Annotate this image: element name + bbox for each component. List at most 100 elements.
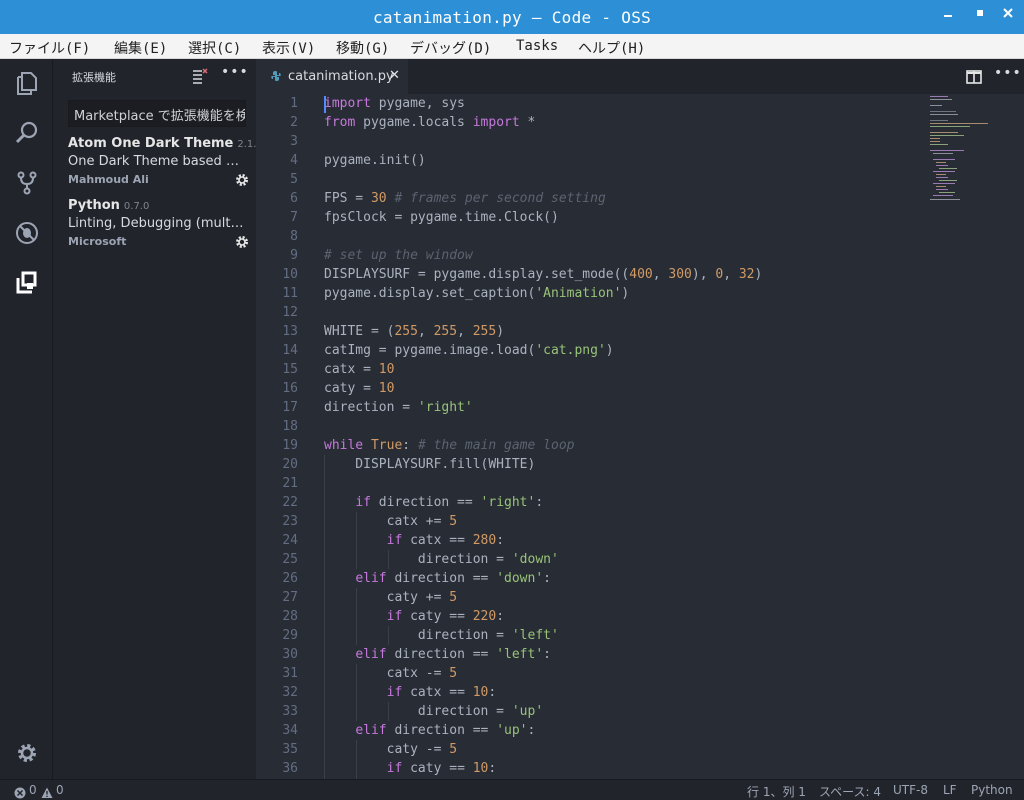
clear-extensions-button[interactable] — [191, 67, 209, 85]
search-icon — [15, 121, 38, 144]
code-line: direction = 'down' — [324, 552, 559, 567]
python-file-icon — [271, 71, 281, 81]
line-number: 36 — [282, 761, 298, 776]
gear-icon — [18, 744, 36, 762]
explorer-button[interactable] — [11, 67, 43, 99]
title-bar: catanimation.py — Code - OSS — [0, 0, 1024, 34]
code-editor[interactable]: 1 2 3 4 5 6 7 8 9 10 11 12 13 14 15 16 17 18 19 20 21 22 23 24 2… — [256, 94, 1024, 779]
tab-bar: catanimation.py ✕ ••• — [256, 59, 1024, 94]
source-control-button[interactable] — [11, 167, 43, 199]
warning-count[interactable]: 0 — [56, 783, 64, 797]
menu-view[interactable]: 表示(V) — [262, 38, 315, 58]
debug-button[interactable] — [11, 217, 43, 249]
code-line: direction = 'right' — [324, 400, 473, 415]
maximize-icon — [977, 10, 983, 16]
code-line: direction = 'left' — [324, 628, 559, 643]
extension-version: 0.7.0 — [123, 201, 150, 212]
line-number: 11 — [282, 286, 298, 301]
code-line: if caty == 10: — [386, 761, 497, 776]
extensions-icon — [16, 271, 37, 294]
cursor-position[interactable]: 行 1、列 1 — [747, 783, 806, 800]
split-editor-button[interactable] — [966, 69, 982, 84]
line-number: 28 — [282, 609, 298, 624]
minimap[interactable] — [930, 94, 1010, 204]
problems-button[interactable] — [14, 784, 26, 799]
menu-debug[interactable]: デバッグ(D) — [410, 38, 491, 58]
extensions-sidebar: 拡張機能 ••• Marketplace で拡張機能を検索 Atom One D… — [53, 59, 263, 779]
tab-label: catanimation.py — [288, 69, 394, 84]
code-line: WHITE = (255, 255, 255) — [324, 324, 505, 339]
line-number: 6 — [290, 191, 298, 206]
line-number: 17 — [282, 400, 298, 415]
code-line: if catx == 10: — [386, 685, 497, 700]
line-number: 10 — [282, 267, 298, 282]
line-number: 12 — [282, 305, 298, 320]
line-number: 34 — [282, 723, 298, 738]
eol-setting[interactable]: LF — [943, 783, 957, 797]
menu-tasks[interactable]: Tasks — [516, 38, 558, 54]
error-count[interactable]: 0 — [29, 783, 37, 797]
code-line: # set up the window — [324, 248, 473, 263]
tab-close-button[interactable]: ✕ — [389, 68, 400, 83]
line-number: 4 — [290, 153, 298, 168]
line-number: 26 — [282, 571, 298, 586]
code-line: catx = 10 — [324, 362, 395, 377]
indentation-setting[interactable]: スペース: 4 — [819, 783, 881, 800]
code-line: if catx == 280: — [386, 533, 505, 548]
code-line: elif direction == 'up': — [355, 723, 536, 738]
extensions-button[interactable] — [11, 267, 43, 299]
code-line: pygame.display.set_caption('Animation') — [324, 286, 630, 301]
extension-description: One Dark Theme based on Atom — [68, 154, 246, 169]
extension-publisher: Microsoft — [68, 235, 127, 248]
menu-bar: ファイル(F) 編集(E) 選択(C) 表示(V) 移動(G) デバッグ(D) … — [0, 34, 1024, 59]
extension-manage-button[interactable] — [234, 172, 250, 188]
extension-name: Python — [68, 198, 120, 213]
extensions-search-input[interactable]: Marketplace で拡張機能を検索 — [68, 100, 246, 127]
menu-file[interactable]: ファイル(F) — [9, 38, 90, 58]
warnings-indicator[interactable] — [41, 784, 53, 798]
clear-all-icon — [193, 68, 208, 84]
window-title: catanimation.py — Code - OSS — [372, 8, 652, 27]
menu-selection[interactable]: 選択(C) — [188, 38, 241, 58]
settings-button[interactable] — [11, 737, 43, 769]
extension-description: Linting, Debugging (multi-threaded, remo… — [68, 216, 246, 231]
menu-help[interactable]: ヘルプ(H) — [578, 38, 645, 58]
menu-edit[interactable]: 編集(E) — [114, 38, 167, 58]
search-button[interactable] — [11, 117, 43, 149]
line-number: 13 — [282, 324, 298, 339]
line-number: 8 — [290, 229, 298, 244]
code-line: elif direction == 'down': — [355, 571, 551, 586]
line-number: 27 — [282, 590, 298, 605]
status-bar: 0 0 行 1、列 1 スペース: 4 UTF-8 LF Python — [0, 779, 1024, 800]
line-number: 19 — [282, 438, 298, 453]
line-number: 3 — [290, 134, 298, 149]
language-mode[interactable]: Python — [971, 783, 1013, 797]
close-icon — [1003, 8, 1013, 18]
close-window-button[interactable] — [998, 6, 1018, 26]
extension-item[interactable]: Python0.7.0 Linting, Debugging (multi-th… — [68, 198, 248, 248]
line-number: 1 — [290, 96, 298, 111]
debug-icon — [16, 222, 38, 244]
code-line: elif direction == 'left': — [355, 647, 551, 662]
extension-name: Atom One Dark Theme — [68, 136, 234, 151]
tab-catanimation[interactable]: catanimation.py ✕ — [256, 59, 408, 94]
sidebar-more-button[interactable]: ••• — [221, 64, 249, 80]
line-number: 14 — [282, 343, 298, 358]
code-line: DISPLAYSURF.fill(WHITE) — [324, 457, 536, 472]
extension-publisher: Mahmoud Ali — [68, 173, 149, 186]
minimize-button[interactable] — [938, 6, 958, 26]
maximize-button[interactable] — [970, 6, 990, 26]
extension-item[interactable]: Atom One Dark Theme 2.1.0 One Dark Theme … — [68, 136, 263, 188]
code-line: FPS = 30 # frames per second setting — [324, 191, 606, 206]
editor-more-button[interactable]: ••• — [994, 65, 1022, 81]
code-line: DISPLAYSURF = pygame.display.set_mode((4… — [324, 267, 763, 282]
line-number: 5 — [290, 172, 298, 187]
extension-name-line: Atom One Dark Theme 2.1.0 — [68, 136, 263, 151]
menu-go[interactable]: 移動(G) — [336, 38, 389, 58]
extension-manage-button[interactable] — [234, 234, 250, 250]
code-line: direction = 'up' — [324, 704, 544, 719]
encoding-setting[interactable]: UTF-8 — [893, 783, 928, 797]
code-line: if direction == 'right': — [355, 495, 544, 510]
code-line: while True: # the main game loop — [324, 438, 575, 453]
line-number: 32 — [282, 685, 298, 700]
